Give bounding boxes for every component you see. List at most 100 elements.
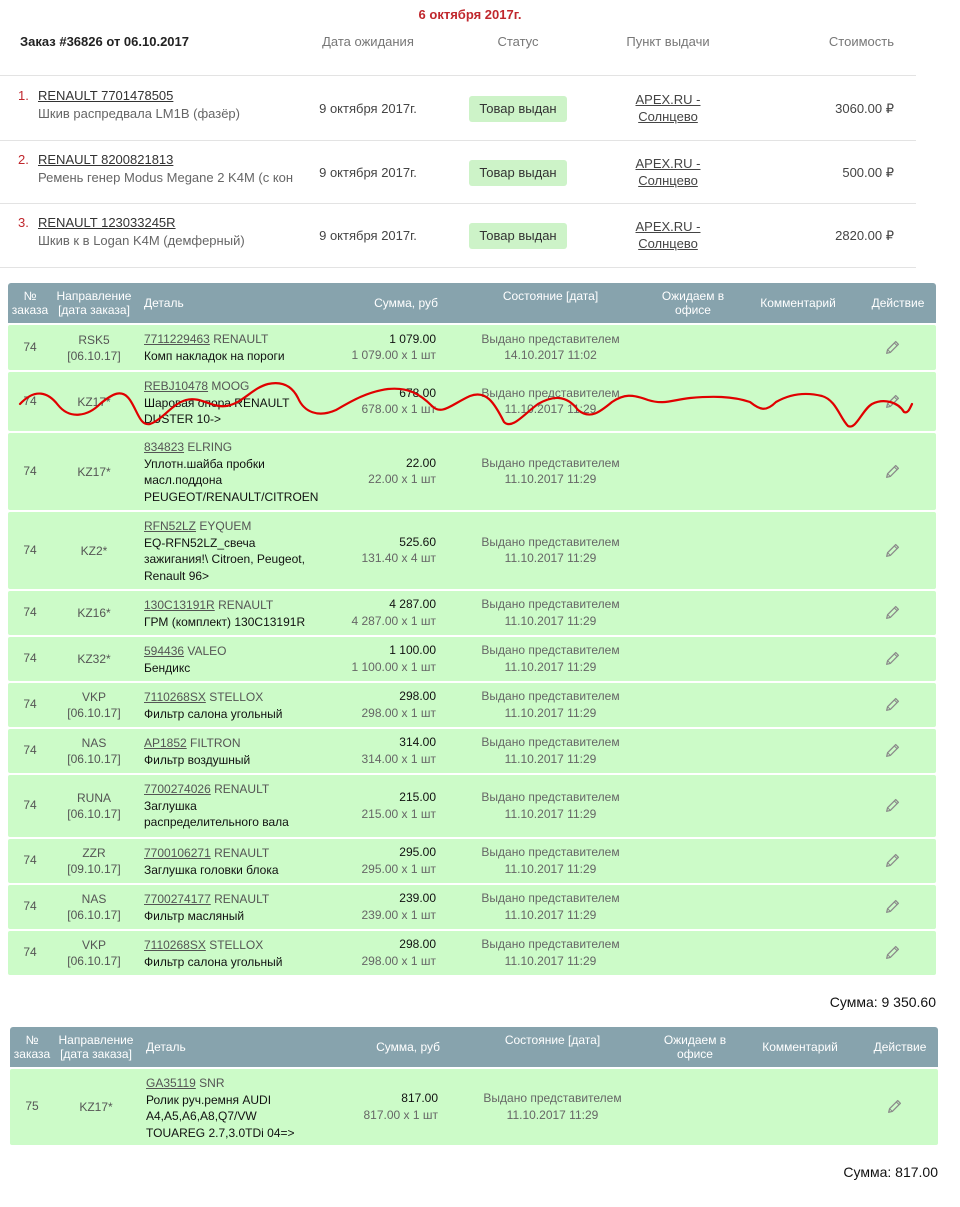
th-order-no: № заказа xyxy=(13,1033,51,1061)
item-article-link[interactable]: RENAULT 8200821813 xyxy=(38,152,173,167)
sum-detail: 298.00 x 1 шт xyxy=(361,705,436,720)
direction-code: VKP xyxy=(81,690,106,704)
state-text: Выдано представителем xyxy=(481,455,620,470)
part-code-link[interactable]: REBJ10478 xyxy=(144,379,208,393)
pencil-icon[interactable] xyxy=(884,338,904,358)
pencil-icon[interactable] xyxy=(886,1097,906,1117)
item-article-link[interactable]: RENAULT 7701478505 xyxy=(38,88,173,103)
state-text: Выдано представителем xyxy=(481,689,620,703)
part-state: Выдано представителем 11.10.2017 11:29 xyxy=(468,789,633,822)
item-number: 2. xyxy=(18,151,29,167)
state-date: 11.10.2017 11:29 xyxy=(504,751,597,766)
table-row: 74 ZZR [09.10.17] 7700106271 RENAULT Заглушк… xyxy=(8,839,936,883)
table-row: 74 RUNA [06.10.17] 7700274026 RENAULT Заглуш… xyxy=(8,775,936,837)
state-date: 11.10.2017 11:29 xyxy=(504,806,597,821)
part-code-link[interactable]: 7700106271 xyxy=(144,846,211,860)
order-number: 74 xyxy=(23,853,37,867)
part-detail: 7700274177 RENAULT Фильтр масляный xyxy=(144,891,314,924)
status-badge: Товар выдан xyxy=(469,96,567,122)
part-code-link[interactable]: 7700274026 xyxy=(144,782,211,796)
table-row: 74 RSK5 [06.10.17] 7711229463 RENAULT Комп н… xyxy=(8,325,936,370)
direction-code: KZ16* xyxy=(77,606,111,620)
pickup-point-link[interactable]: APEX.RU - Солнцево xyxy=(618,218,718,252)
table-row: 74 VKP [06.10.17] 7110268SX STELLOX Фильтр с… xyxy=(8,683,936,727)
item-description: Шкив распредвала LM1B (фазёр) xyxy=(38,106,240,121)
pencil-icon[interactable] xyxy=(884,462,904,482)
pickup-point-link[interactable]: APEX.RU - Солнцево xyxy=(618,155,718,189)
pencil-icon[interactable] xyxy=(884,603,904,623)
pencil-icon[interactable] xyxy=(884,649,904,669)
direction-code: NAS xyxy=(81,736,107,750)
sum-total: 239.00 xyxy=(399,891,436,905)
pickup-point-link[interactable]: APEX.RU - Солнцево xyxy=(618,91,718,125)
part-code-link[interactable]: 7110268SX xyxy=(144,690,206,704)
pencil-icon[interactable] xyxy=(884,541,904,561)
state-text: Выдано представителем xyxy=(481,891,620,905)
part-brand: RENAULT xyxy=(214,846,270,860)
order-items: 1. RENAULT 7701478505 Шкив распредвала L… xyxy=(0,77,916,268)
part-sum: 298.00 298.00 x 1 шт xyxy=(298,688,436,721)
part-name: Фильтр салона угольный xyxy=(144,954,283,969)
direction-date: [06.10.17] xyxy=(67,706,121,720)
item-description: Ремень генер Modus Megane 2 K4M (с кон xyxy=(38,169,294,185)
part-detail: 130C13191R RENAULT ГРМ (комплект) 130C131… xyxy=(144,597,314,630)
part-code-link[interactable]: 7110268SX xyxy=(144,938,206,952)
part-code-link[interactable]: 130C13191R xyxy=(144,598,215,612)
part-code-link[interactable]: 834823 xyxy=(144,440,184,454)
item-article-link[interactable]: RENAULT 123033245R xyxy=(38,215,176,230)
direction: RSK5 [06.10.17] xyxy=(54,332,134,364)
pencil-icon[interactable] xyxy=(884,943,904,963)
part-brand: STELLOX xyxy=(209,938,264,952)
state-date: 11.10.2017 11:29 xyxy=(504,861,597,876)
part-code-link[interactable]: 7700274177 xyxy=(144,892,211,906)
direction-code: ZZR xyxy=(82,846,106,860)
sum-detail: 817.00 x 1 шт xyxy=(363,1107,438,1122)
table-row: 74 KZ17* 834823 ELRING Уплотн.шайба пробки … xyxy=(8,433,936,510)
state-date: 11.10.2017 11:29 xyxy=(504,659,597,674)
table-row: 74 NAS [06.10.17] AP1852 FILTRON Фильтр возд… xyxy=(8,729,936,773)
part-code-link[interactable]: 594436 xyxy=(144,644,184,658)
order-header: Заказ #36826 от 06.10.2017 Дата ожидания… xyxy=(0,32,916,76)
part-state: Выдано представителем 14.10.2017 11:02 xyxy=(468,331,633,364)
state-text: Выдано представителем xyxy=(481,790,620,804)
state-text: Выдано представителем xyxy=(481,937,620,951)
pencil-icon[interactable] xyxy=(884,851,904,871)
pencil-icon[interactable] xyxy=(884,897,904,917)
pencil-icon[interactable] xyxy=(884,796,904,816)
table-body: 75 KZ17* GA35119 SNR Ролик руч.ремня AUDI A… xyxy=(10,1069,938,1145)
direction-code: NAS xyxy=(81,892,107,906)
direction: NAS [06.10.17] xyxy=(54,735,134,767)
sum-detail: 1 100.00 x 1 шт xyxy=(351,659,436,674)
item-number: 3. xyxy=(18,215,29,230)
direction: VKP [06.10.17] xyxy=(54,937,134,969)
th-action: Действие xyxy=(873,1040,927,1054)
part-state: Выдано представителем 11.10.2017 11:29 xyxy=(468,936,633,969)
pencil-icon[interactable] xyxy=(884,741,904,761)
sum-total: 4 287.00 xyxy=(389,597,436,611)
part-brand: STELLOX xyxy=(209,690,264,704)
part-sum: 22.00 22.00 x 1 шт xyxy=(298,455,436,488)
part-name: Уплотн.шайба пробки масл.поддона PEUGEOT… xyxy=(144,456,319,504)
status-badge: Товар выдан xyxy=(469,159,567,186)
part-code-link[interactable]: RFN52LZ xyxy=(144,519,196,533)
part-sum: 1 079.00 1 079.00 x 1 шт xyxy=(298,331,436,364)
part-code-link[interactable]: AP1852 xyxy=(144,736,187,750)
pencil-icon[interactable] xyxy=(884,392,904,412)
direction-date: [06.10.17] xyxy=(67,807,121,821)
direction-code: KZ2* xyxy=(80,543,108,558)
sum-total: 295.00 xyxy=(399,845,436,859)
th-state: Состояние [дата] xyxy=(502,289,599,303)
table-header: № заказа Направление [дата заказа] Детал… xyxy=(10,1027,938,1067)
col-expected-date: Дата ожидания xyxy=(322,34,414,49)
state-text: Выдано представителем xyxy=(481,735,620,749)
part-code-link[interactable]: GA35119 xyxy=(146,1076,196,1090)
part-detail: AP1852 FILTRON Фильтр воздушный xyxy=(144,735,314,768)
part-code-link[interactable]: 7711229463 xyxy=(144,332,210,346)
item-price: 3060.00 ₽ xyxy=(835,101,894,116)
state-text: Выдано представителем xyxy=(481,643,620,657)
direction-code: KZ17* xyxy=(77,464,111,479)
item-expected-date: 9 октября 2017г. xyxy=(319,101,417,116)
part-name: Фильтр воздушный xyxy=(144,752,251,767)
pencil-icon[interactable] xyxy=(884,695,904,715)
part-name: Фильтр салона угольный xyxy=(144,706,283,721)
